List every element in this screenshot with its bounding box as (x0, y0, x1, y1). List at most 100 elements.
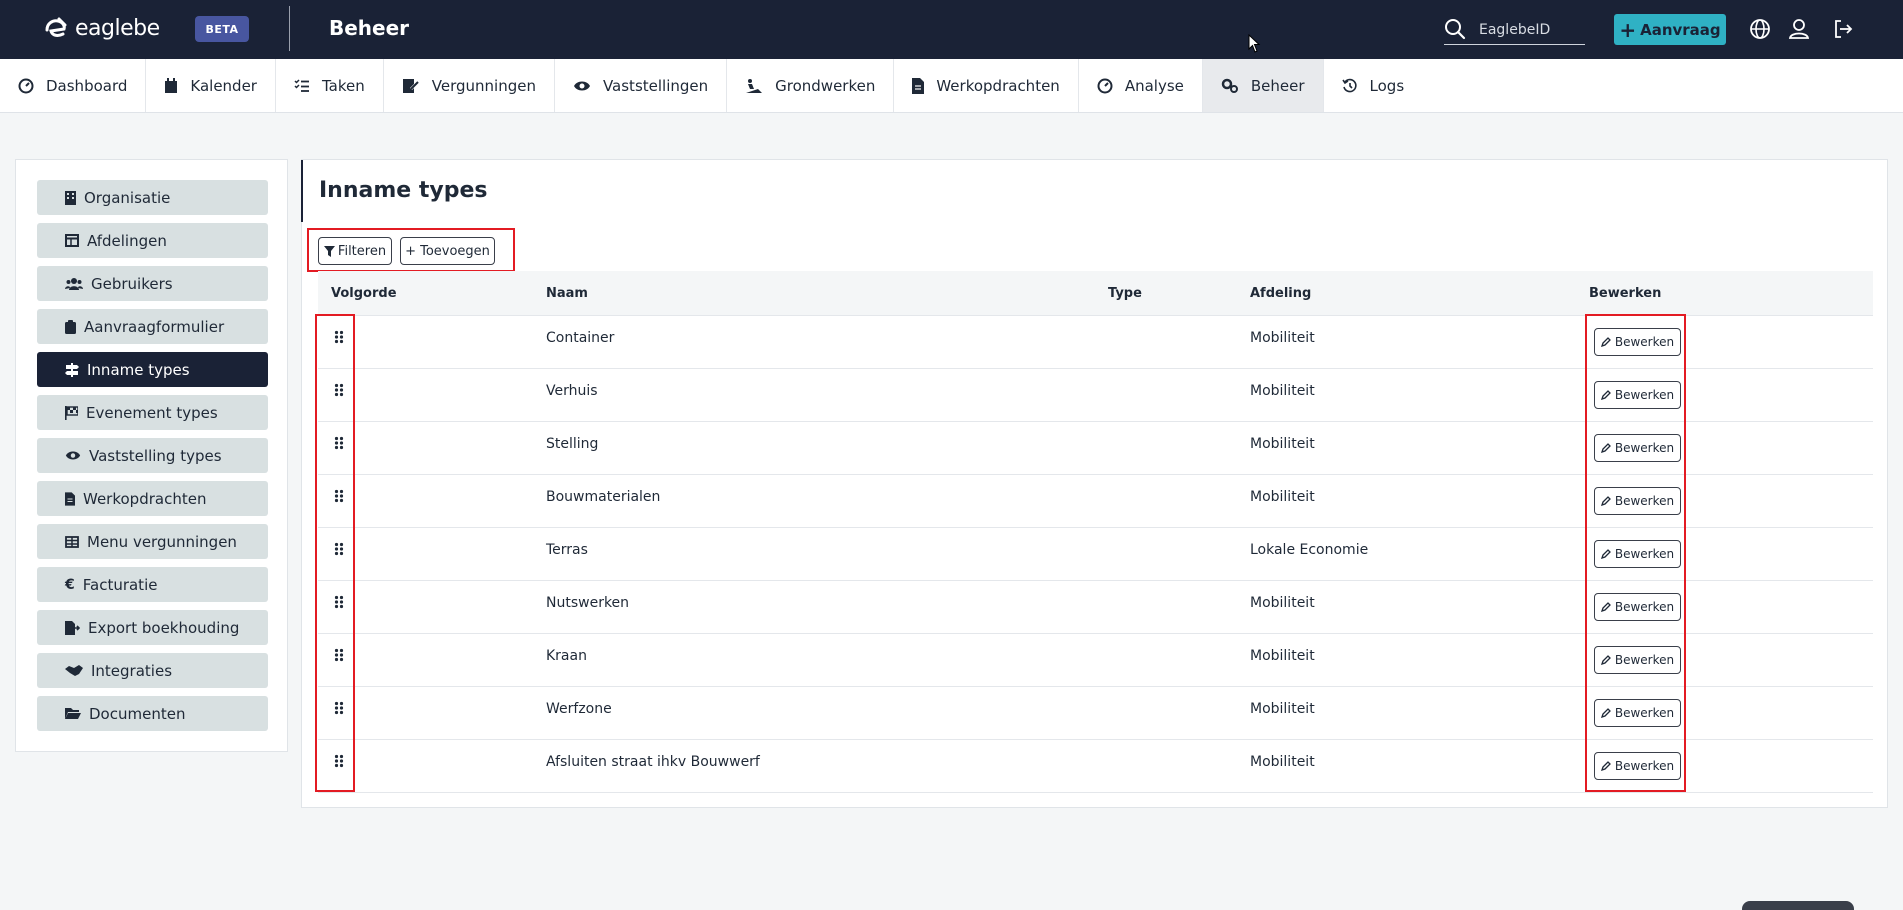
nav-item-label: Analyse (1124, 76, 1184, 95)
permit-icon (402, 78, 419, 93)
filter-icon (323, 245, 335, 257)
cell-naam: Container (546, 330, 615, 346)
sidebar-item-documenten[interactable]: Documenten (37, 696, 268, 731)
table-header: Volgorde Naam Type Afdeling Bewerken (318, 271, 1873, 316)
sidebar: Organisatie Afdelingen Gebruikers Aanvra… (15, 159, 288, 752)
eye-icon (573, 81, 590, 90)
nav-item-vaststellingen[interactable]: Vaststellingen (555, 59, 728, 112)
cell-naam: Nutswerken (546, 595, 630, 611)
sidebar-item-label: Integraties (91, 661, 173, 680)
column-header-type[interactable]: Type (1108, 271, 1142, 316)
sidebar-item-gebruikers[interactable]: Gebruikers (37, 266, 268, 301)
cell-naam: Stelling (546, 436, 599, 452)
sidebar-item-werkopdrachten[interactable]: Werkopdrachten (37, 481, 268, 516)
users-icon (65, 278, 83, 290)
page-title: Inname types (319, 178, 488, 203)
nav-item-vergunningen[interactable]: Vergunningen (384, 59, 555, 112)
highlight-box-edit-column (1585, 314, 1686, 792)
column-header-bewerken: Bewerken (1589, 286, 1662, 301)
cell-naam: Verhuis (546, 383, 598, 399)
sidebar-item-inname-types[interactable]: Inname types (37, 352, 268, 387)
cell-afdeling: Mobiliteit (1250, 701, 1315, 717)
eye-icon (65, 451, 81, 460)
column-header-naam[interactable]: Naam (546, 271, 588, 316)
folder-icon (65, 708, 81, 719)
nav-item-logs[interactable]: Logs (1324, 59, 1423, 112)
sidebar-item-facturatie[interactable]: € Facturatie (37, 567, 268, 602)
add-button[interactable]: + Toevoegen (400, 237, 495, 265)
sidebar-item-label: Werkopdrachten (83, 489, 207, 508)
document-icon (912, 77, 925, 94)
sidebar-item-label: Evenement types (86, 403, 218, 422)
sidebar-item-organisatie[interactable]: Organisatie (37, 180, 268, 215)
logo[interactable]: eaglebe (43, 16, 160, 41)
mouse-cursor-icon (1248, 34, 1261, 53)
search-box[interactable] (1444, 15, 1589, 45)
clipboard-icon (65, 319, 76, 334)
sidebar-item-label: Gebruikers (91, 274, 173, 293)
nav-item-taken[interactable]: Taken (276, 59, 384, 112)
grid-icon (65, 535, 79, 548)
flag-icon (65, 405, 78, 420)
main-nav: Dashboard Kalender Taken Vergunningen Va… (0, 59, 1903, 113)
sidebar-item-label: Afdelingen (87, 231, 167, 250)
filter-button[interactable]: Filteren (318, 237, 392, 265)
globe-icon[interactable] (1749, 18, 1771, 40)
calendar-icon (165, 77, 178, 93)
nav-item-grondwerken[interactable]: Grondwerken (727, 59, 895, 112)
bottom-corner-tab[interactable] (1742, 901, 1854, 910)
nav-item-beheer[interactable]: Beheer (1202, 59, 1324, 112)
nav-item-analyse[interactable]: Analyse (1079, 59, 1203, 112)
nav-item-dashboard[interactable]: Dashboard (0, 59, 147, 112)
top-bar: eaglebe BETA Beheer + Aanvraag (0, 0, 1903, 59)
column-header-afdeling[interactable]: Afdeling (1250, 271, 1311, 316)
cell-afdeling: Mobiliteit (1250, 648, 1315, 664)
sidebar-item-label: Inname types (87, 360, 190, 379)
sidebar-item-label: Facturatie (82, 575, 158, 594)
nav-item-label: Beheer (1250, 76, 1305, 95)
sidebar-item-label: Organisatie (84, 188, 171, 207)
nav-item-kalender[interactable]: Kalender (146, 59, 276, 112)
nav-item-werkopdrachten[interactable]: Werkopdrachten (894, 59, 1079, 112)
nav-item-label: Vergunningen (431, 76, 536, 95)
sidebar-item-afdelingen[interactable]: Afdelingen (37, 223, 268, 258)
sidebar-item-vaststelling-types[interactable]: Vaststelling types (37, 438, 268, 473)
new-request-button[interactable]: + Aanvraag (1614, 14, 1726, 45)
logout-icon[interactable] (1832, 18, 1854, 40)
sidebar-item-evenement-types[interactable]: Evenement types (37, 395, 268, 430)
digging-icon (746, 78, 763, 93)
euro-icon: € (65, 576, 75, 593)
search-input[interactable] (1479, 21, 1589, 38)
sidebar-item-export-boekhouding[interactable]: Export boekhouding (37, 610, 268, 645)
dashboard-icon (18, 78, 34, 93)
cell-naam: Kraan (546, 648, 587, 664)
eaglebe-logo-icon (45, 17, 67, 37)
add-button-label: + Toevoegen (405, 243, 490, 259)
logo-text: eaglebe (75, 16, 160, 41)
cell-afdeling: Mobiliteit (1250, 436, 1315, 452)
sidebar-item-aanvraagformulier[interactable]: Aanvraagformulier (37, 309, 268, 344)
nav-item-label: Dashboard (46, 76, 128, 95)
column-header-volgorde[interactable]: Volgorde (331, 271, 397, 316)
cell-naam: Bouwmaterialen (546, 489, 661, 505)
sidebar-item-label: Aanvraagformulier (84, 317, 225, 336)
cogs-icon (1221, 78, 1238, 93)
app-title: Beheer (329, 16, 410, 40)
nav-item-label: Werkopdrachten (936, 76, 1060, 95)
sidebar-item-menu-vergunningen[interactable]: Menu vergunningen (37, 524, 268, 559)
signs-icon (65, 362, 79, 377)
highlight-box-drag-column (315, 314, 355, 792)
handshake-icon (65, 665, 83, 676)
sidebar-item-integraties[interactable]: Integraties (37, 653, 268, 688)
cell-naam: Afsluiten straat ihkv Bouwwerf (546, 754, 760, 770)
plus-icon: + (1619, 17, 1637, 42)
table-icon (65, 234, 79, 247)
nav-item-label: Vaststellingen (602, 76, 709, 95)
user-icon[interactable] (1788, 18, 1810, 40)
tasks-icon (294, 78, 309, 92)
nav-item-label: Logs (1369, 76, 1405, 95)
cell-afdeling: Mobiliteit (1250, 754, 1315, 770)
panel-accent-bar (301, 160, 303, 222)
cell-afdeling: Mobiliteit (1250, 383, 1315, 399)
beta-badge: BETA (195, 16, 249, 42)
